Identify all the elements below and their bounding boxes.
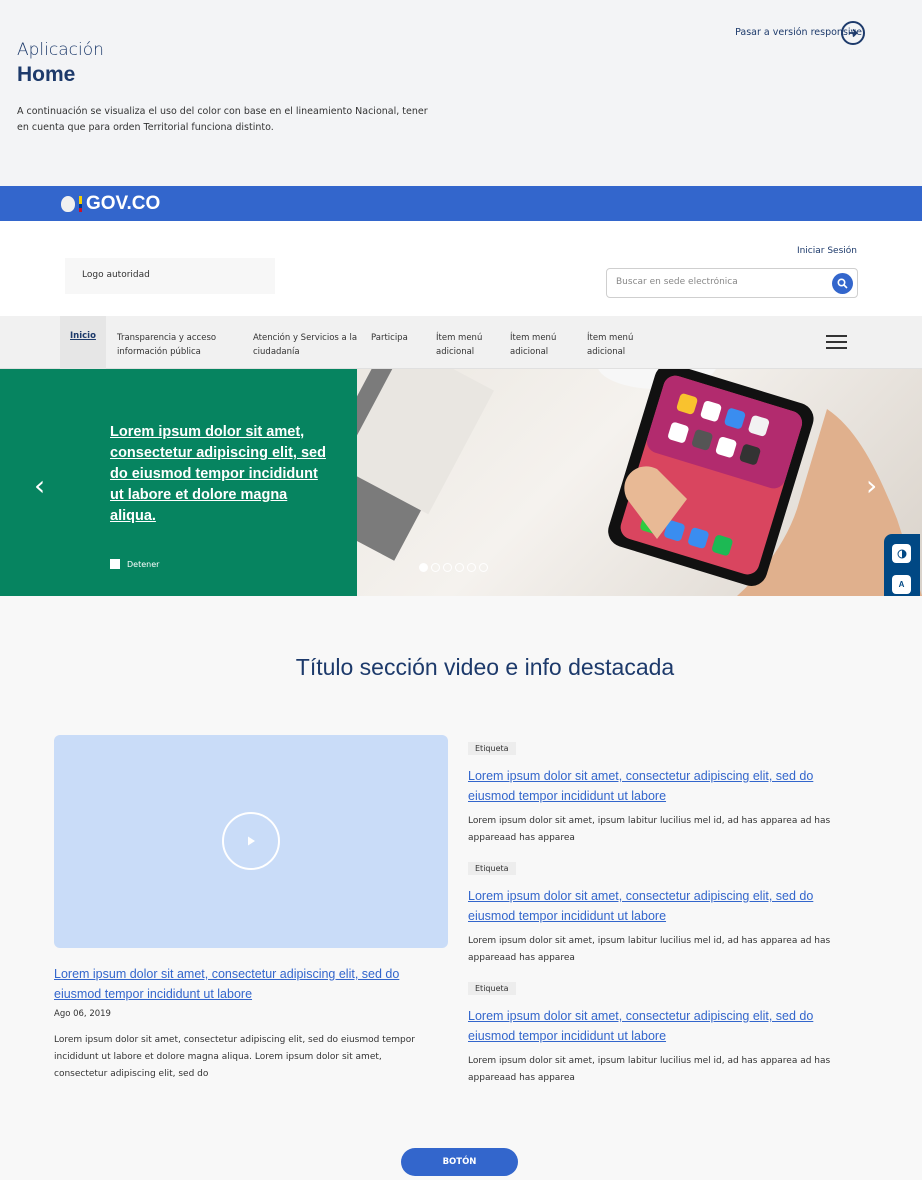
news-tag: Etiqueta xyxy=(468,862,516,875)
carousel-indicators xyxy=(419,563,488,572)
hero-carousel: Lorem ipsum dolor sit amet, consectetur … xyxy=(0,369,922,596)
news-text: Lorem ipsum dolor sit amet, ipsum labitu… xyxy=(468,1056,831,1083)
nav-item-atencion[interactable]: Atención y Servicios a la ciudadanía xyxy=(253,331,361,359)
decrease-text-button[interactable]: A xyxy=(892,575,911,594)
news-item: Etiqueta Lorem ipsum dolor sit amet, con… xyxy=(468,976,858,1087)
carousel-prev-icon[interactable]: ‹ xyxy=(34,469,45,502)
search-icon xyxy=(837,278,848,289)
main-article-body: Lorem ipsum dolor sit amet, consectetur … xyxy=(54,1035,415,1079)
nav-item-label: Inicio xyxy=(70,331,96,341)
carousel-dot[interactable] xyxy=(455,563,464,572)
search-input[interactable] xyxy=(616,277,826,287)
authority-logo[interactable]: Logo autoridad xyxy=(65,258,275,294)
app-label: Aplicación xyxy=(17,40,104,60)
nav-item-adicional-2[interactable]: Ítem menú adicional xyxy=(510,331,570,359)
gov-shield-icon xyxy=(61,196,75,212)
section-title: Título sección video e info destacada xyxy=(295,654,675,680)
main-article-date: Ago 06, 2019 xyxy=(54,1009,111,1019)
nav-item-inicio[interactable]: Inicio xyxy=(60,316,106,369)
video-player[interactable] xyxy=(54,735,448,948)
carousel-dot[interactable] xyxy=(479,563,488,572)
stop-button[interactable]: Detener xyxy=(110,559,159,569)
stop-label: Detener xyxy=(127,559,160,569)
news-text: Lorem ipsum dolor sit amet, ipsum labitu… xyxy=(468,936,831,963)
carousel-dot[interactable] xyxy=(443,563,452,572)
news-item: Etiqueta Lorem ipsum dolor sit amet, con… xyxy=(468,856,858,967)
hero-image xyxy=(357,369,922,596)
gov-top-bar: GOV.CO xyxy=(0,186,922,221)
flag-stripe-icon xyxy=(79,196,82,212)
nav-item-adicional-3[interactable]: Ítem menú adicional xyxy=(587,331,647,359)
carousel-dot[interactable] xyxy=(467,563,476,572)
stop-icon xyxy=(110,559,120,569)
arrow-right-circle-icon[interactable] xyxy=(841,21,865,45)
primary-button[interactable]: BOTÓN xyxy=(401,1148,518,1176)
news-tag: Etiqueta xyxy=(468,742,516,755)
nav-item-transparencia[interactable]: Transparencia y acceso información públi… xyxy=(117,331,242,359)
main-nav: Inicio Transparencia y acceso informació… xyxy=(0,316,922,369)
news-link[interactable]: Lorem ipsum dolor sit amet, consectetur … xyxy=(468,766,858,806)
gov-brand: GOV.CO xyxy=(86,193,161,214)
main-article-link[interactable]: Lorem ipsum dolor sit amet, consectetur … xyxy=(54,964,444,1004)
search-button[interactable] xyxy=(832,273,853,294)
news-link[interactable]: Lorem ipsum dolor sit amet, consectetur … xyxy=(468,886,858,926)
hero-title-link[interactable]: Lorem ipsum dolor sit amet, consectetur … xyxy=(110,422,335,527)
play-icon[interactable] xyxy=(222,812,280,870)
contrast-icon[interactable] xyxy=(892,544,911,563)
carousel-next-icon[interactable]: › xyxy=(866,469,877,502)
nav-item-participa[interactable]: Participa xyxy=(371,331,426,345)
featured-section: Título sección video e info destacada Lo… xyxy=(0,596,922,1180)
hero-text-panel: Lorem ipsum dolor sit amet, consectetur … xyxy=(0,369,357,596)
site-header: Logo autoridad Iniciar Sesión xyxy=(0,221,922,316)
gov-logo[interactable]: GOV.CO xyxy=(61,193,160,215)
news-text: Lorem ipsum dolor sit amet, ipsum labitu… xyxy=(468,816,831,843)
page-title: Home xyxy=(17,63,76,86)
carousel-dot[interactable] xyxy=(419,563,428,572)
search-box xyxy=(606,268,858,298)
hamburger-menu-icon[interactable] xyxy=(826,335,847,349)
news-tag: Etiqueta xyxy=(468,982,516,995)
nav-item-adicional-1[interactable]: Ítem menú adicional xyxy=(436,331,496,359)
carousel-dot[interactable] xyxy=(431,563,440,572)
intro-panel: Aplicación Home A continuación se visual… xyxy=(0,0,922,186)
news-item: Etiqueta Lorem ipsum dolor sit amet, con… xyxy=(468,736,858,847)
news-link[interactable]: Lorem ipsum dolor sit amet, consectetur … xyxy=(468,1006,858,1046)
intro-description: A continuación se visualiza el uso del c… xyxy=(17,106,428,133)
authority-logo-label: Logo autoridad xyxy=(82,270,150,280)
login-link[interactable]: Iniciar Sesión xyxy=(797,246,857,256)
